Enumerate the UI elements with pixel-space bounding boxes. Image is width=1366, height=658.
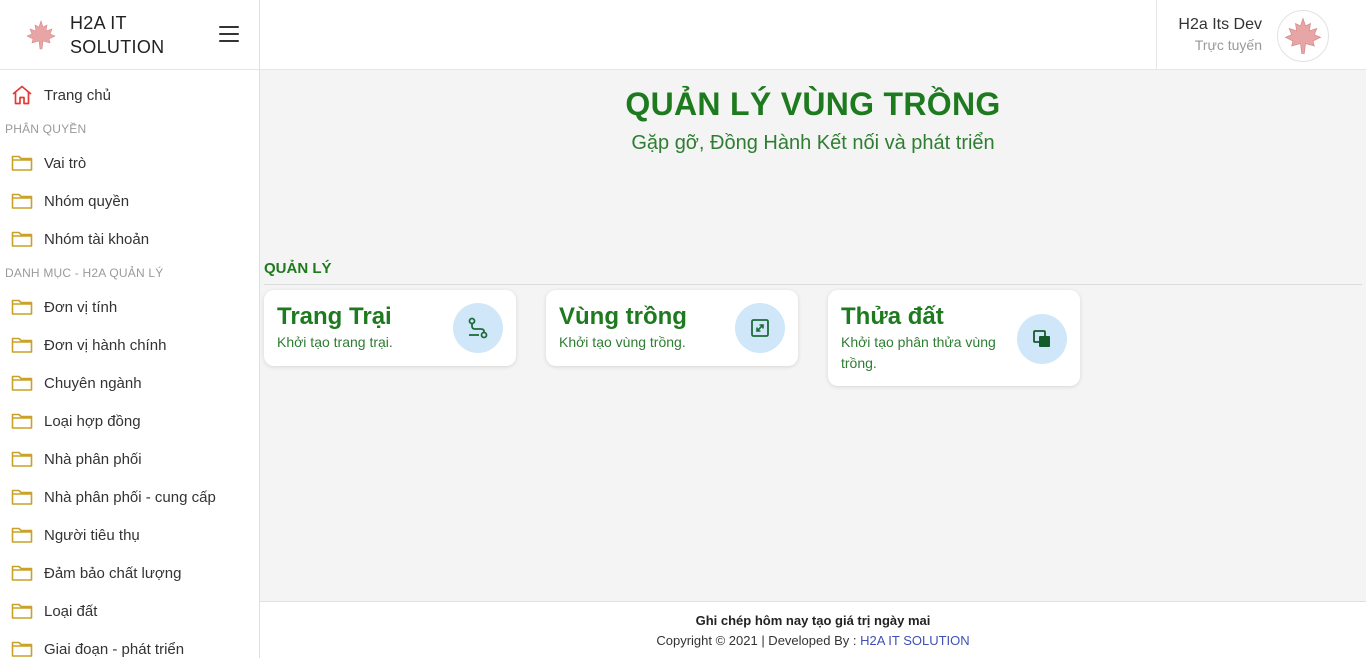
folder-icon bbox=[11, 563, 33, 583]
company-link[interactable]: H2A IT SOLUTION bbox=[860, 633, 970, 648]
folder-icon bbox=[11, 191, 33, 211]
home-icon bbox=[11, 85, 33, 105]
brand: H2A IT SOLUTION bbox=[0, 0, 259, 70]
menu-toggle-icon[interactable] bbox=[219, 26, 239, 42]
copyright-text: Copyright © 2021 | Developed By : bbox=[656, 633, 861, 648]
sidebar: H2A IT SOLUTION Trang chủ PHÂN QUYỀN Vai… bbox=[0, 0, 260, 658]
folder-icon bbox=[11, 373, 33, 393]
page-title: QUẢN LÝ VÙNG TRỒNG bbox=[625, 86, 1001, 122]
sidebar-item-consumers[interactable]: Người tiêu thụ bbox=[0, 516, 259, 554]
card-growing-area[interactable]: Vùng trồng Khởi tạo vùng trồng. bbox=[546, 290, 798, 366]
sidebar-item-specialties[interactable]: Chuyên ngành bbox=[0, 364, 259, 402]
sidebar-item-label: Người tiêu thụ bbox=[44, 526, 140, 544]
folder-icon bbox=[11, 601, 33, 621]
user-name: H2a Its Dev bbox=[1178, 16, 1262, 33]
card-description: Khởi tạo vùng trồng. bbox=[559, 334, 686, 350]
maple-leaf-logo-icon[interactable] bbox=[24, 18, 58, 52]
sidebar-item-label: Nhóm tài khoản bbox=[44, 230, 150, 248]
sidebar-item-label: Trang chủ bbox=[44, 86, 111, 104]
user-menu[interactable]: H2a Its Dev Trực tuyến bbox=[1156, 0, 1366, 69]
folder-icon bbox=[11, 449, 33, 469]
sidebar-item-growth-stages[interactable]: Giai đoạn - phát triển bbox=[0, 630, 259, 658]
folder-icon bbox=[11, 639, 33, 658]
layers-icon bbox=[1017, 314, 1067, 364]
footer-slogan: Ghi chép hôm nay tạo giá trị ngày mai bbox=[695, 613, 931, 628]
sidebar-item-quality-assurance[interactable]: Đảm bảo chất lượng bbox=[0, 554, 259, 592]
sidebar-section-permissions: PHÂN QUYỀN bbox=[5, 122, 87, 136]
sidebar-item-label: Đơn vị hành chính bbox=[44, 336, 167, 354]
folder-icon bbox=[11, 229, 33, 249]
sidebar-section-categories: DANH MỤC - H2A QUẢN LÝ bbox=[5, 266, 164, 280]
sidebar-item-permission-groups[interactable]: Nhóm quyền bbox=[0, 182, 259, 220]
sidebar-item-suppliers[interactable]: Nhà phân phối - cung cấp bbox=[0, 478, 259, 516]
sidebar-item-soil-types[interactable]: Loại đất bbox=[0, 592, 259, 630]
section-title: QUẢN LÝ bbox=[264, 260, 332, 277]
folder-icon bbox=[11, 487, 33, 507]
footer: Ghi chép hôm nay tạo giá trị ngày mai Co… bbox=[260, 601, 1366, 658]
sidebar-item-label: Nhóm quyền bbox=[44, 192, 130, 210]
sidebar-menu: Trang chủ PHÂN QUYỀN Vai trò Nhóm quyền … bbox=[0, 70, 259, 658]
footer-copyright: Copyright © 2021 | Developed By : H2A IT… bbox=[260, 633, 1366, 648]
card-farm[interactable]: Trang Trại Khởi tạo trang trại. bbox=[264, 290, 516, 366]
folder-icon bbox=[11, 525, 33, 545]
sidebar-item-label: Loại đất bbox=[44, 602, 98, 620]
folder-icon bbox=[11, 411, 33, 431]
sidebar-item-distributors[interactable]: Nhà phân phối bbox=[0, 440, 259, 478]
user-status: Trực tuyến bbox=[1194, 37, 1262, 53]
page-subtitle: Gặp gỡ, Đồng Hành Kết nối và phát triển bbox=[631, 132, 995, 154]
sidebar-item-contract-types[interactable]: Loại hợp đồng bbox=[0, 402, 259, 440]
card-description: Khởi tạo trang trại. bbox=[277, 334, 393, 350]
folder-icon bbox=[11, 153, 33, 173]
route-icon bbox=[453, 303, 503, 353]
section-divider bbox=[264, 284, 1362, 285]
area-icon bbox=[735, 303, 785, 353]
sidebar-item-label: Nhà phân phối bbox=[44, 450, 142, 468]
sidebar-item-label: Chuyên ngành bbox=[44, 374, 142, 392]
maple-leaf-avatar-icon bbox=[1284, 17, 1322, 54]
folder-icon bbox=[11, 297, 33, 317]
sidebar-item-label: Đảm bảo chất lượng bbox=[44, 564, 182, 582]
sidebar-item-roles[interactable]: Vai trò bbox=[0, 144, 259, 182]
sidebar-item-units[interactable]: Đơn vị tính bbox=[0, 288, 259, 326]
sidebar-item-label: Đơn vị tính bbox=[44, 298, 118, 316]
avatar[interactable] bbox=[1277, 10, 1329, 62]
sidebar-item-label: Nhà phân phối - cung cấp bbox=[44, 488, 216, 506]
sidebar-item-account-groups[interactable]: Nhóm tài khoản bbox=[0, 220, 259, 258]
sidebar-item-label: Loại hợp đồng bbox=[44, 412, 141, 430]
folder-icon bbox=[11, 335, 33, 355]
card-description: Khởi tạo phân thửa vùng trồng. bbox=[841, 334, 996, 371]
main-content: QUẢN LÝ VÙNG TRỒNG Gặp gỡ, Đồng Hành Kết… bbox=[260, 70, 1362, 601]
sidebar-item-admin-units[interactable]: Đơn vị hành chính bbox=[0, 326, 259, 364]
sidebar-item-label: Giai đoạn - phát triển bbox=[44, 640, 185, 658]
topbar: H2a Its Dev Trực tuyến bbox=[260, 0, 1366, 70]
sidebar-item-home[interactable]: Trang chủ bbox=[0, 76, 259, 114]
brand-line2: SOLUTION bbox=[70, 36, 165, 57]
brand-line1: H2A IT bbox=[70, 12, 127, 33]
card-land-plot[interactable]: Thửa đất Khởi tạo phân thửa vùng trồng. bbox=[828, 290, 1080, 386]
sidebar-item-label: Vai trò bbox=[44, 154, 87, 172]
brand-name: H2A IT SOLUTION bbox=[70, 11, 164, 59]
